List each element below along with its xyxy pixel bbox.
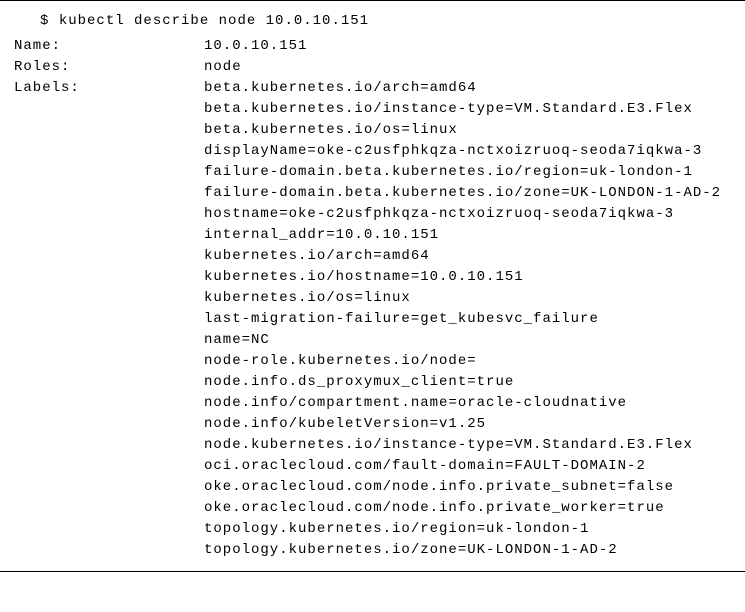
label-line: oci.oraclecloud.com/fault-domain=FAULT-D… [204, 456, 731, 477]
roles-label: Roles: [14, 57, 204, 78]
roles-value: node [204, 57, 731, 78]
label-line: topology.kubernetes.io/region=uk-london-… [204, 519, 731, 540]
label-line: failure-domain.beta.kubernetes.io/region… [204, 162, 731, 183]
name-label: Name: [14, 36, 204, 57]
prompt-symbol: $ [40, 13, 49, 29]
label-line: node.info/compartment.name=oracle-cloudn… [204, 393, 731, 414]
label-line: topology.kubernetes.io/zone=UK-LONDON-1-… [204, 540, 731, 561]
label-line: kubernetes.io/hostname=10.0.10.151 [204, 267, 731, 288]
roles-row: Roles: node [14, 57, 731, 78]
label-line: failure-domain.beta.kubernetes.io/zone=U… [204, 183, 731, 204]
label-line: name=NC [204, 330, 731, 351]
label-line: beta.kubernetes.io/os=linux [204, 120, 731, 141]
label-line: node.info.ds_proxymux_client=true [204, 372, 731, 393]
label-line: displayName=oke-c2usfphkqza-nctxoizruoq-… [204, 141, 731, 162]
labels-row: Labels: beta.kubernetes.io/arch=amd64 be… [14, 78, 731, 561]
label-line: oke.oraclecloud.com/node.info.private_su… [204, 477, 731, 498]
label-line: node.info/kubeletVersion=v1.25 [204, 414, 731, 435]
label-line: node-role.kubernetes.io/node= [204, 351, 731, 372]
command-line: $ kubectl describe node 10.0.10.151 [14, 11, 731, 32]
label-line: internal_addr=10.0.10.151 [204, 225, 731, 246]
label-line: node.kubernetes.io/instance-type=VM.Stan… [204, 435, 731, 456]
label-line: kubernetes.io/os=linux [204, 288, 731, 309]
labels-values: beta.kubernetes.io/arch=amd64 beta.kuber… [204, 78, 731, 561]
label-line: oke.oraclecloud.com/node.info.private_wo… [204, 498, 731, 519]
name-row: Name: 10.0.10.151 [14, 36, 731, 57]
label-line: beta.kubernetes.io/instance-type=VM.Stan… [204, 99, 731, 120]
name-value: 10.0.10.151 [204, 36, 731, 57]
labels-label: Labels: [14, 78, 204, 561]
label-line: kubernetes.io/arch=amd64 [204, 246, 731, 267]
command-text: kubectl describe node 10.0.10.151 [59, 13, 369, 29]
terminal-output: $ kubectl describe node 10.0.10.151 Name… [0, 0, 745, 572]
label-line: beta.kubernetes.io/arch=amd64 [204, 78, 731, 99]
label-line: last-migration-failure=get_kubesvc_failu… [204, 309, 731, 330]
label-line: hostname=oke-c2usfphkqza-nctxoizruoq-seo… [204, 204, 731, 225]
